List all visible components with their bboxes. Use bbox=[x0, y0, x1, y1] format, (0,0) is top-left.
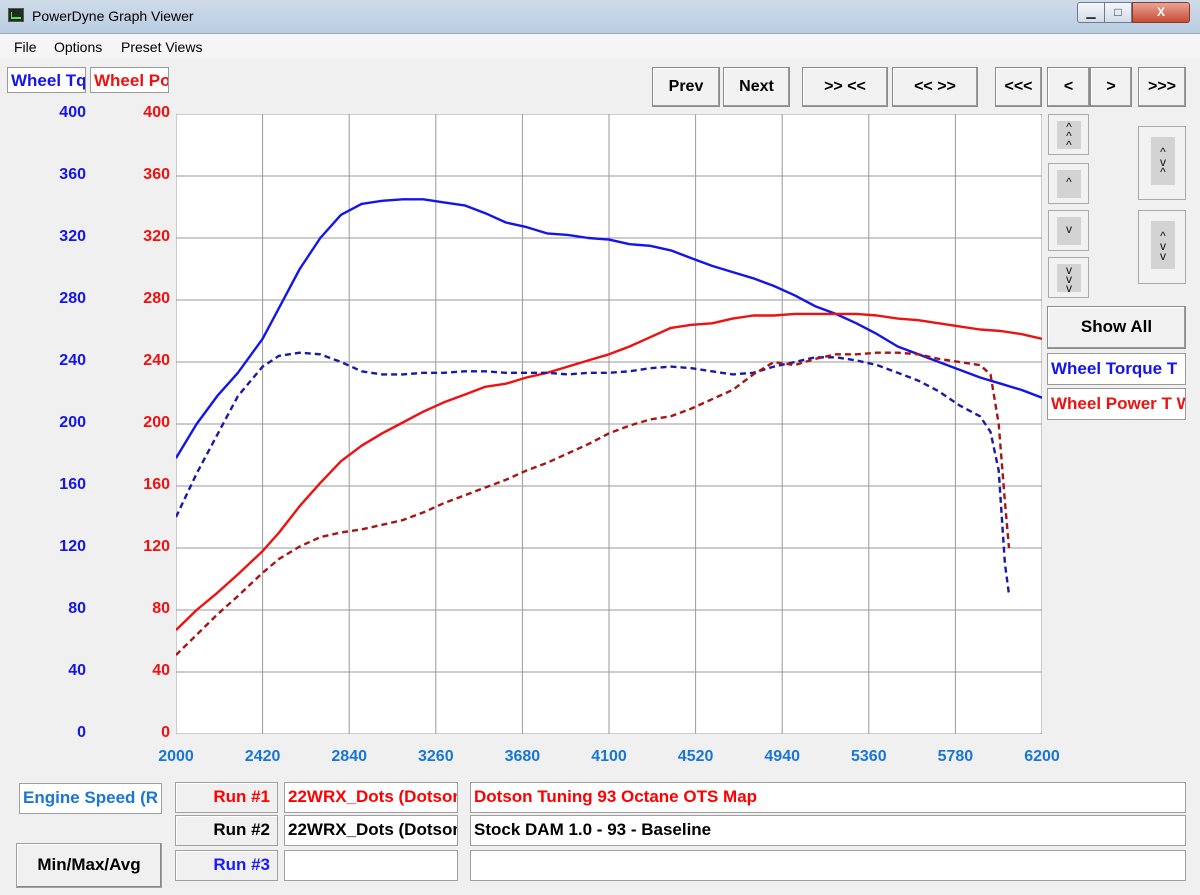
menu-options[interactable]: Options bbox=[54, 39, 102, 55]
triple-up-icon: ^ ^ ^ bbox=[1057, 121, 1081, 151]
x-tick-label: 3680 bbox=[504, 748, 541, 765]
legend-wheel-power[interactable]: Wheel Power T W bbox=[1047, 388, 1186, 420]
scroll-down-button[interactable]: v bbox=[1048, 210, 1089, 251]
run-3-description[interactable] bbox=[470, 850, 1186, 881]
y-tick-label-power: 120 bbox=[143, 538, 170, 555]
y-tick-label-torque: 240 bbox=[59, 352, 86, 369]
x-tick-label: 4100 bbox=[591, 748, 627, 765]
y-tick-label-power: 40 bbox=[152, 662, 170, 679]
y-tick-label-torque: 160 bbox=[59, 476, 86, 493]
y-tick-label-power: 0 bbox=[161, 724, 170, 741]
zoom-out-y-icon: ^ v v bbox=[1151, 221, 1175, 269]
zoom-out-y-button[interactable]: ^ v v bbox=[1138, 210, 1186, 284]
x-tick-label: 6200 bbox=[1024, 748, 1060, 765]
show-all-button[interactable]: Show All bbox=[1047, 306, 1186, 349]
x-tick-label: 5360 bbox=[851, 748, 887, 765]
scroll-down-fast-button[interactable]: vvv bbox=[1048, 257, 1089, 298]
y-tick-label-torque: 40 bbox=[68, 662, 86, 679]
run-3-file[interactable] bbox=[284, 850, 458, 881]
triple-down-icon: vvv bbox=[1057, 264, 1081, 294]
run-2-description[interactable]: Stock DAM 1.0 - 93 - Baseline bbox=[470, 815, 1186, 846]
zoom-in-x-button[interactable]: >> << bbox=[802, 67, 888, 107]
zoom-out-x-button[interactable]: << >> bbox=[892, 67, 978, 107]
y-tick-label-torque: 80 bbox=[68, 600, 86, 617]
graph-area: Wheel Tq Wheel Po Prev Next >> << << >> … bbox=[0, 58, 1200, 895]
scroll-last-button[interactable]: >>> bbox=[1138, 67, 1186, 107]
menu-bar: File Options Preset Views bbox=[0, 34, 1200, 58]
min-max-avg-button[interactable]: Min/Max/Avg bbox=[16, 843, 162, 888]
y-tick-label-power: 200 bbox=[143, 414, 170, 431]
y-tick-label-power: 280 bbox=[143, 290, 170, 307]
maximize-button[interactable]: □ bbox=[1104, 2, 1132, 23]
dyno-chart[interactable] bbox=[176, 114, 1042, 734]
y-tick-label-power: 400 bbox=[143, 104, 170, 121]
tab-wheel-torque[interactable]: Wheel Tq bbox=[7, 67, 86, 93]
scroll-up-fast-button[interactable]: ^ ^ ^ bbox=[1048, 114, 1089, 155]
close-button[interactable]: X bbox=[1132, 2, 1190, 23]
zoom-in-y-button[interactable]: ^ v ^ bbox=[1138, 126, 1186, 200]
y-tick-label-torque: 0 bbox=[77, 724, 86, 741]
x-tick-label: 2000 bbox=[158, 748, 194, 765]
run-2-label: Run #2 bbox=[175, 815, 278, 846]
legend-wheel-torque[interactable]: Wheel Torque T bbox=[1047, 353, 1186, 385]
scroll-right-button[interactable]: > bbox=[1090, 67, 1132, 107]
scroll-left-button[interactable]: < bbox=[1047, 67, 1090, 107]
prev-button[interactable]: Prev bbox=[652, 67, 720, 107]
app-graph-icon bbox=[8, 8, 24, 22]
run-1-description[interactable]: Dotson Tuning 93 Octane OTS Map bbox=[470, 782, 1186, 813]
x-tick-label: 2840 bbox=[331, 748, 367, 765]
y-tick-label-torque: 320 bbox=[59, 228, 86, 245]
scroll-up-button[interactable]: ^ bbox=[1048, 163, 1089, 204]
menu-file[interactable]: File bbox=[14, 39, 37, 55]
menu-preset-views[interactable]: Preset Views bbox=[121, 39, 202, 55]
y-tick-label-torque: 280 bbox=[59, 290, 86, 307]
run-1-label: Run #1 bbox=[175, 782, 278, 813]
app-window: PowerDyne Graph Viewer ▁ □ X File Option… bbox=[0, 0, 1200, 895]
y-tick-label-torque: 400 bbox=[59, 104, 86, 121]
y-tick-label-power: 320 bbox=[143, 228, 170, 245]
run-3-label: Run #3 bbox=[175, 850, 278, 881]
minimize-button[interactable]: ▁ bbox=[1077, 2, 1105, 23]
chevron-down-icon: v bbox=[1057, 217, 1081, 245]
x-tick-label: 2420 bbox=[244, 748, 281, 765]
y-tick-label-power: 160 bbox=[143, 476, 170, 493]
chevron-up-icon: ^ bbox=[1057, 170, 1081, 198]
y-tick-label-torque: 120 bbox=[59, 538, 86, 555]
y-tick-label-torque: 200 bbox=[59, 414, 86, 431]
y-tick-label-torque: 360 bbox=[59, 166, 86, 183]
run-1-file[interactable]: 22WRX_Dots (Dotson bbox=[284, 782, 458, 813]
next-button[interactable]: Next bbox=[723, 67, 790, 107]
x-axis-selector[interactable]: Engine Speed (R bbox=[19, 783, 162, 814]
x-tick-label: 3260 bbox=[418, 748, 454, 765]
x-tick-label: 5780 bbox=[937, 748, 974, 765]
x-tick-label: 4520 bbox=[677, 748, 714, 765]
x-tick-label: 4940 bbox=[764, 748, 800, 765]
title-bar[interactable]: PowerDyne Graph Viewer ▁ □ X bbox=[0, 0, 1200, 34]
tab-wheel-power[interactable]: Wheel Po bbox=[90, 67, 169, 93]
y-tick-label-power: 240 bbox=[143, 352, 170, 369]
run-2-file[interactable]: 22WRX_Dots (Dotson bbox=[284, 815, 458, 846]
y-tick-label-power: 80 bbox=[152, 600, 170, 617]
scroll-first-button[interactable]: <<< bbox=[995, 67, 1042, 107]
window-title: PowerDyne Graph Viewer bbox=[32, 8, 194, 24]
y-tick-label-power: 360 bbox=[143, 166, 170, 183]
zoom-in-y-icon: ^ v ^ bbox=[1151, 137, 1175, 185]
